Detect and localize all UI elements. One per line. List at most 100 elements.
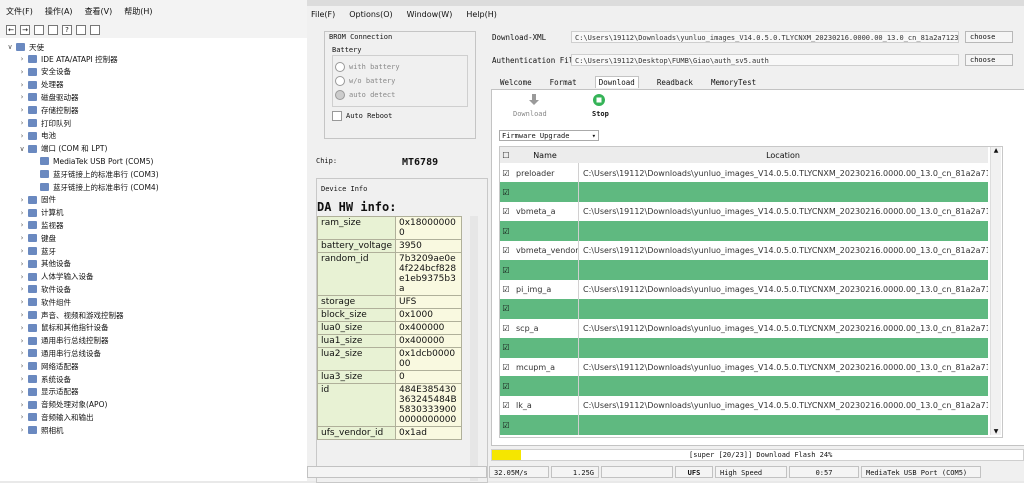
row-location[interactable]: C:\Users\19112\Downloads\yunluo_images_V…	[578, 395, 988, 416]
auth-file-field[interactable]: C:\Users\19112\Desktop\FUMB\Giao\auth_sv…	[571, 54, 959, 66]
stop-button[interactable]	[592, 93, 606, 109]
expand-icon[interactable]: ›	[18, 324, 26, 332]
help-icon[interactable]: ?	[62, 25, 72, 35]
tree-item[interactable]: › 通用串行总线设备	[18, 347, 101, 359]
row-checkbox[interactable]: ☑	[500, 343, 512, 352]
scroll-down-icon[interactable]: ▼	[991, 428, 1001, 435]
table-row[interactable]: ☑	[500, 376, 988, 397]
tree-item[interactable]: › 显示适配器	[18, 386, 79, 398]
expand-icon[interactable]: ›	[18, 209, 26, 217]
tree-item[interactable]: › 处理器	[18, 79, 64, 91]
row-location[interactable]: C:\Users\19112\Downloads\yunluo_images_V…	[578, 279, 988, 300]
tree-item[interactable]: 蓝牙链接上的标准串行 (COM3)	[30, 168, 159, 180]
table-row[interactable]: ☑	[500, 260, 988, 280]
menu-view[interactable]: 查看(V)	[85, 6, 113, 17]
row-checkbox[interactable]: ☑	[500, 266, 512, 275]
row-checkbox[interactable]: ☑	[500, 363, 512, 372]
tab-memorytest[interactable]: MemoryTest	[711, 78, 756, 87]
expand-icon[interactable]: ∨	[18, 145, 26, 153]
tree-item[interactable]: › 音频输入和输出	[18, 411, 94, 423]
tree-item[interactable]: › 鼠标和其他指针设备	[18, 322, 109, 334]
tree-item[interactable]: › 磁盘驱动器	[18, 91, 79, 103]
table-row[interactable]: ☑ scp_a C:\Users\19112\Downloads\yunluo_im…	[500, 318, 988, 339]
table-row[interactable]: ☑	[500, 221, 988, 242]
row-location[interactable]	[578, 182, 988, 203]
opt-without-battery[interactable]: w/o battery	[335, 76, 395, 86]
tab-download[interactable]: Download	[594, 76, 639, 88]
tree-item[interactable]: › 存储控制器	[18, 104, 79, 116]
row-location[interactable]: C:\Users\19112\Downloads\yunluo_images_V…	[578, 318, 988, 339]
tree-root[interactable]: ∨ 天使	[6, 41, 44, 53]
expand-icon[interactable]: ›	[18, 119, 26, 127]
tree-item[interactable]: › 固件	[18, 194, 56, 206]
expand-icon[interactable]: ›	[18, 221, 26, 229]
table-row[interactable]: ☑	[500, 182, 988, 203]
grid-scrollbar[interactable]: ▲ ▼	[990, 147, 1001, 435]
row-checkbox[interactable]: ☑	[500, 382, 512, 391]
opt-with-battery[interactable]: with battery	[335, 62, 400, 72]
tree-item[interactable]: › IDE ATA/ATAPI 控制器	[18, 53, 118, 65]
menu-window[interactable]: Window(W)	[407, 10, 453, 19]
row-location[interactable]: C:\Users\19112\Downloads\yunluo_images_V…	[578, 201, 988, 222]
back-icon[interactable]: ←	[6, 25, 16, 35]
expand-icon[interactable]: ›	[18, 55, 26, 63]
row-checkbox[interactable]: ☑	[500, 304, 512, 313]
row-location[interactable]: C:\Users\19112\Downloads\yunluo_images_V…	[578, 163, 988, 183]
tree-item[interactable]: › 音频处理对象(APO)	[18, 399, 108, 411]
tree-item[interactable]: 蓝牙链接上的标准串行 (COM4)	[30, 181, 159, 193]
row-checkbox[interactable]: ☑	[500, 207, 512, 216]
monitor-icon[interactable]	[90, 25, 100, 35]
row-location[interactable]	[578, 260, 988, 280]
tree-item[interactable]: › 电池	[18, 130, 56, 142]
table-row[interactable]: ☑ pi_img_a C:\Users\19112\Downloads\yunluo…	[500, 279, 988, 300]
row-location[interactable]: C:\Users\19112\Downloads\yunluo_images_V…	[578, 240, 988, 261]
table-row[interactable]: ☑ lk_a C:\Users\19112\Downloads\yunluo_ima…	[500, 395, 988, 416]
menu-file[interactable]: 文件(F)	[6, 6, 33, 17]
expand-icon[interactable]: ›	[18, 388, 26, 396]
table-row[interactable]: ☑ mcupm_a C:\Users\19112\Downloads\yunluo_…	[500, 357, 988, 377]
tree-item[interactable]: › 声音、视频和游戏控制器	[18, 309, 124, 321]
row-location[interactable]	[578, 376, 988, 397]
expand-icon[interactable]: ›	[18, 401, 26, 409]
expand-icon[interactable]: ›	[18, 375, 26, 383]
forward-icon[interactable]: →	[20, 25, 30, 35]
tab-format[interactable]: Format	[550, 78, 577, 87]
tree-item[interactable]: › 系统设备	[18, 373, 71, 385]
expand-icon[interactable]: ›	[18, 337, 26, 345]
tree-item[interactable]: › 键盘	[18, 232, 56, 244]
expand-icon[interactable]: ›	[18, 311, 26, 319]
table-row[interactable]: ☑	[500, 415, 988, 436]
expand-icon[interactable]: ›	[18, 132, 26, 140]
row-checkbox[interactable]: ☑	[500, 401, 512, 410]
list-icon[interactable]	[48, 25, 58, 35]
tree-item[interactable]: › 其他设备	[18, 258, 71, 270]
tree-item[interactable]: › 网络适配器	[18, 360, 79, 372]
expand-icon[interactable]: ›	[18, 298, 26, 306]
row-checkbox[interactable]: ☑	[500, 421, 512, 430]
expand-icon[interactable]: ›	[18, 106, 26, 114]
row-checkbox[interactable]: ☑	[500, 285, 512, 294]
expand-icon[interactable]: ›	[18, 247, 26, 255]
table-row[interactable]: ☑	[500, 337, 988, 358]
row-checkbox[interactable]: ☑	[500, 246, 512, 255]
scroll-up-icon[interactable]: ▲	[991, 147, 1001, 154]
details-icon[interactable]	[76, 25, 86, 35]
table-row[interactable]: ☑	[500, 298, 988, 319]
scrollbar[interactable]	[470, 216, 478, 481]
auto-reboot-checkbox[interactable]: Auto Reboot	[332, 111, 392, 121]
tab-welcome[interactable]: Welcome	[500, 78, 532, 87]
expand-icon[interactable]: ›	[18, 285, 26, 293]
tree-item[interactable]: › 通用串行总线控制器	[18, 335, 109, 347]
expand-icon[interactable]: ›	[18, 68, 26, 76]
menu-help[interactable]: 帮助(H)	[124, 6, 152, 17]
tree-item[interactable]: › 打印队列	[18, 117, 71, 129]
header-checkbox[interactable]: ☐	[500, 151, 512, 160]
tree-item[interactable]: › 照相机	[18, 424, 64, 436]
row-checkbox[interactable]: ☑	[500, 188, 512, 197]
tree-item[interactable]: ∨ 端口 (COM 和 LPT)	[18, 143, 107, 155]
expand-icon[interactable]: ›	[18, 81, 26, 89]
table-row[interactable]: ☑ preloader C:\Users\19112\Downloads\yunlu…	[500, 163, 988, 183]
expand-icon[interactable]: ›	[18, 260, 26, 268]
tree-item[interactable]: › 计算机	[18, 207, 64, 219]
expand-icon[interactable]: ›	[18, 234, 26, 242]
